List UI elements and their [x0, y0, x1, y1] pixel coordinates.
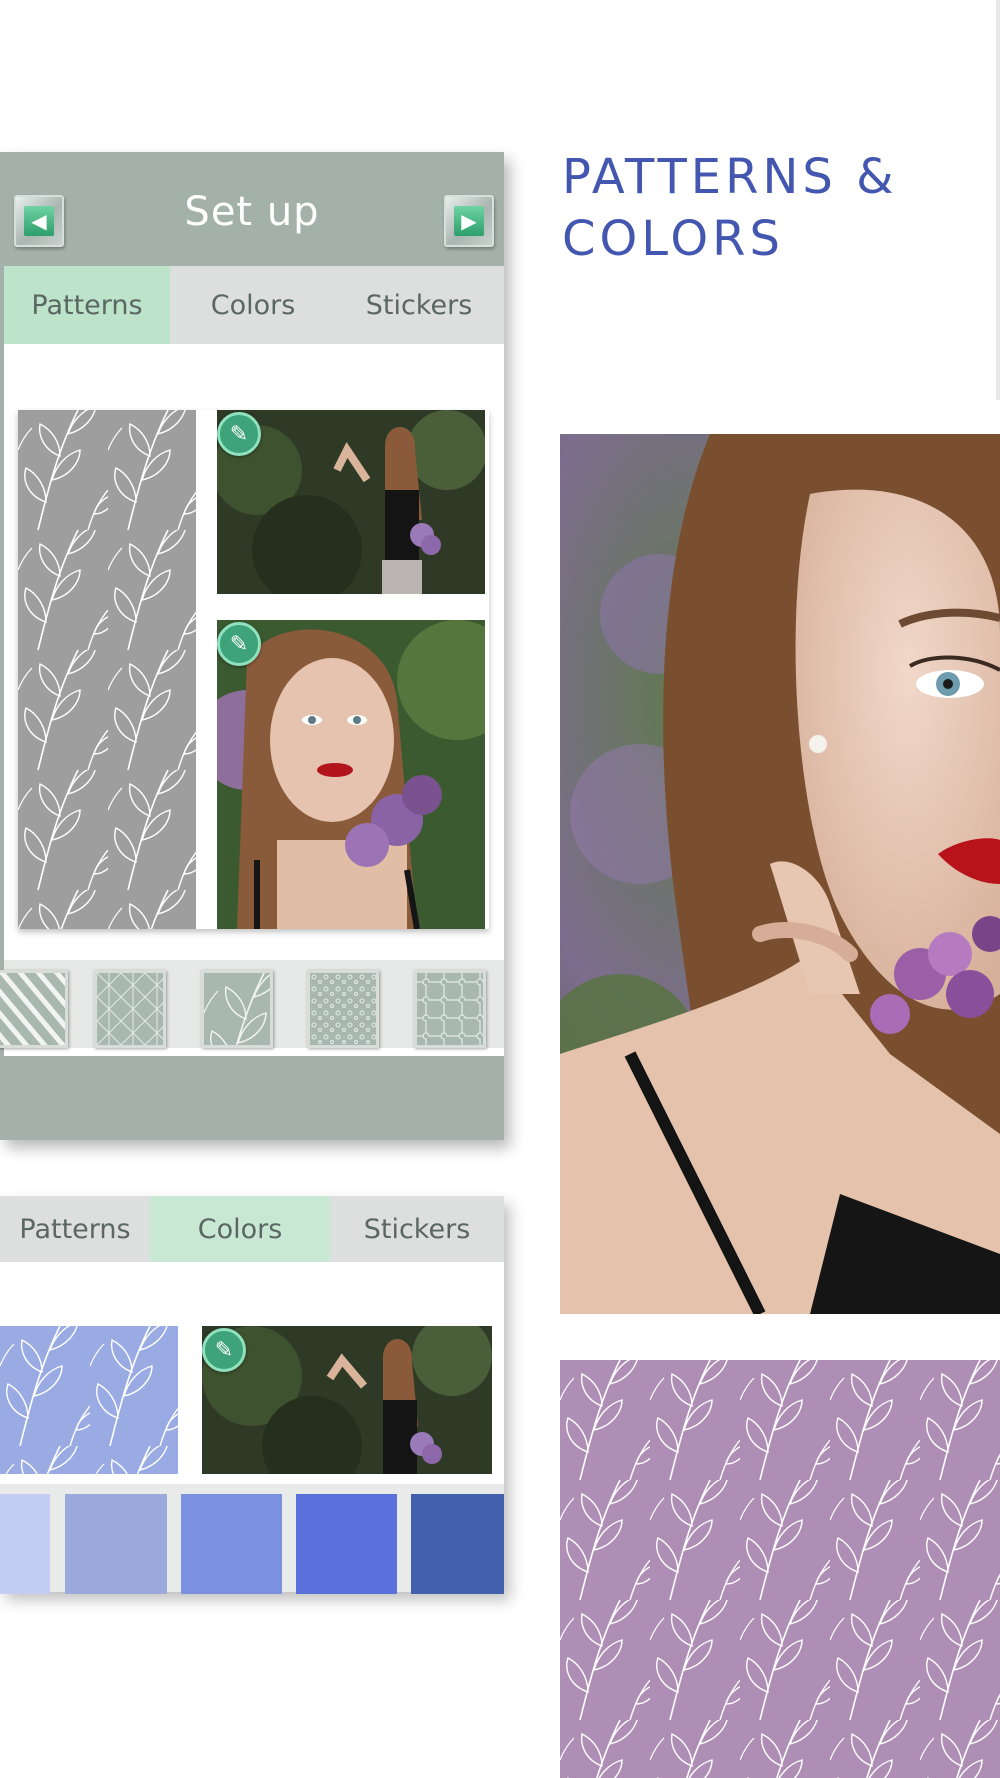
pattern-cell[interactable]	[0, 1326, 178, 1474]
headline-line1: PATTERNS &	[562, 149, 898, 205]
headline-line2: COLORS	[562, 211, 784, 267]
photo-woman-closeup	[217, 620, 485, 929]
tab-patterns[interactable]: Patterns	[0, 1196, 150, 1262]
tab-bar: Patterns Colors Stickers	[4, 266, 504, 344]
page-title: Set up	[184, 189, 320, 235]
tab-patterns[interactable]: Patterns	[4, 266, 170, 344]
pencil-icon[interactable]: ✎	[217, 622, 261, 666]
photo-cell-top[interactable]: ✎	[202, 1326, 492, 1474]
collage-preview-colors: ✎	[0, 1326, 494, 1474]
photo-cell-bottom[interactable]: ✎	[217, 620, 485, 929]
featured-pattern	[560, 1360, 1000, 1778]
color-swatches	[0, 1484, 504, 1594]
tab-stickers[interactable]: Stickers	[336, 266, 502, 344]
pattern-thumbnails	[0, 952, 504, 1056]
setup-panel: ◀ Set up ▶ Patterns Colors Stickers ✎ ✎	[0, 152, 504, 1140]
photo-woman-portrait	[560, 434, 1000, 1314]
photo-cell-top[interactable]: ✎	[217, 410, 485, 594]
thumbnail-geometric[interactable]	[94, 970, 166, 1048]
pattern-cell[interactable]	[18, 410, 196, 929]
thumbnail-leaves[interactable]	[201, 970, 273, 1048]
color-swatch-4[interactable]	[296, 1494, 397, 1594]
thumbnail-floral[interactable]	[307, 970, 379, 1048]
thumbnail-stripes[interactable]	[0, 970, 68, 1048]
collage-preview: ✎ ✎	[18, 410, 489, 929]
featured-photo	[560, 434, 1000, 1314]
tab-bar-colors: Patterns Colors Stickers	[0, 1196, 504, 1262]
color-swatch-2[interactable]	[65, 1494, 167, 1594]
thumbnail-puzzle[interactable]	[414, 970, 486, 1048]
arrow-right-icon: ▶	[454, 206, 484, 236]
tab-colors[interactable]: Colors	[170, 266, 336, 344]
pencil-icon[interactable]: ✎	[202, 1328, 246, 1372]
tab-colors[interactable]: Colors	[150, 1196, 330, 1262]
colors-panel: Patterns Colors Stickers ✎	[0, 1196, 504, 1594]
color-swatch-5[interactable]	[411, 1494, 504, 1594]
next-button[interactable]: ▶	[444, 195, 494, 247]
tab-stickers[interactable]: Stickers	[330, 1196, 504, 1262]
color-swatch-3[interactable]	[181, 1494, 282, 1594]
edge-divider	[996, 0, 1000, 400]
headline: PATTERNS & COLORS	[562, 146, 982, 270]
setup-header: ◀ Set up ▶	[0, 152, 504, 266]
pencil-icon[interactable]: ✎	[217, 412, 261, 456]
color-swatch-1[interactable]	[0, 1494, 50, 1594]
